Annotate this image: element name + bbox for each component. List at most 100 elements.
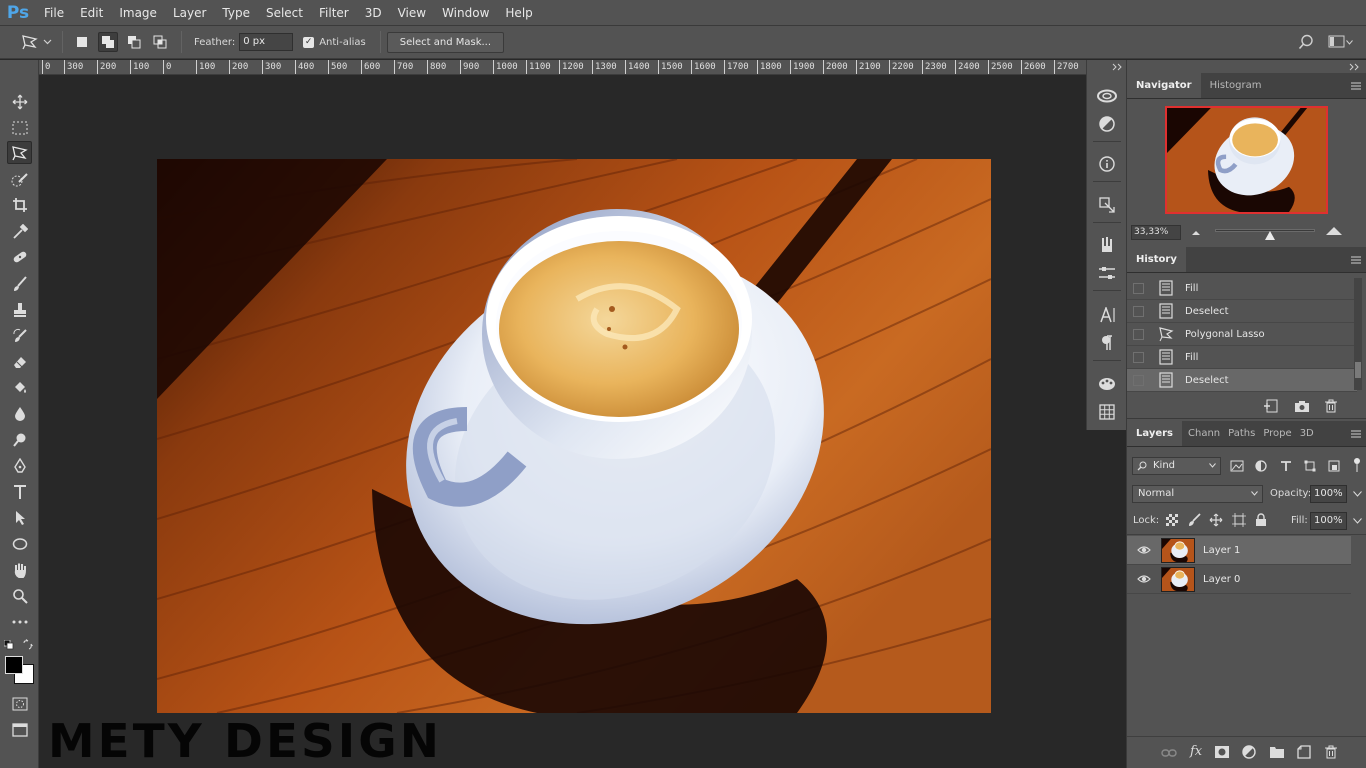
lock-all-icon[interactable] (1255, 513, 1267, 527)
menu-select[interactable]: Select (258, 0, 311, 26)
layer-name[interactable]: Layer 0 (1203, 574, 1240, 585)
history-source-checkbox[interactable] (1133, 282, 1144, 294)
new-adjustment-layer-icon[interactable] (1242, 745, 1256, 759)
history-brush-tool[interactable] (7, 324, 32, 347)
history-state[interactable]: Fill (1127, 277, 1357, 300)
blur-tool[interactable] (7, 402, 32, 425)
move-tool[interactable] (7, 90, 32, 113)
crop-tool[interactable] (7, 193, 32, 216)
tab-layers[interactable]: Layers (1127, 421, 1182, 446)
horizontal-ruler[interactable]: 0 300 200 100 0 100 200 300 400 500 600 700 800 900 10… (39, 60, 1086, 75)
zoom-level-field[interactable]: 33,33% (1131, 225, 1181, 240)
dodge-tool[interactable] (7, 428, 32, 451)
zoom-tool[interactable] (7, 584, 32, 607)
swap-colors-button[interactable] (22, 639, 34, 651)
zoom-out-icon[interactable] (1190, 228, 1202, 236)
paragraph-button[interactable] (1095, 332, 1119, 354)
new-document-from-state-icon[interactable] (1263, 399, 1279, 413)
new-selection-button[interactable] (72, 32, 92, 52)
layer-row[interactable]: Layer 1 (1127, 536, 1351, 565)
zoom-in-icon[interactable] (1325, 226, 1343, 236)
menu-image[interactable]: Image (111, 0, 165, 26)
chevron-down-icon[interactable] (1353, 491, 1362, 497)
workspace-switcher-button[interactable] (1328, 30, 1358, 54)
visibility-eye-icon[interactable] (1136, 574, 1152, 584)
menu-layer[interactable]: Layer (165, 0, 214, 26)
info-button[interactable] (1095, 153, 1119, 175)
menu-filter[interactable]: Filter (311, 0, 357, 26)
ellipse-tool[interactable] (7, 532, 32, 555)
history-state[interactable]: Polygonal Lasso (1127, 323, 1357, 346)
brush-tool[interactable] (7, 272, 32, 295)
zoom-slider-thumb[interactable] (1265, 231, 1275, 240)
screen-mode-button[interactable] (7, 718, 32, 741)
tool-preset-picker[interactable] (20, 33, 56, 51)
history-source-checkbox[interactable] (1133, 328, 1144, 340)
search-button[interactable] (1294, 30, 1318, 54)
history-source-checkbox[interactable] (1133, 351, 1144, 363)
tab-navigator[interactable]: Navigator (1127, 73, 1201, 98)
character-button[interactable] (1095, 304, 1119, 326)
tab-properties[interactable]: Prope (1259, 421, 1295, 446)
polygonal-lasso-tool[interactable] (7, 141, 32, 164)
panel-menu-icon[interactable] (1351, 255, 1361, 265)
adjustments-button[interactable] (1095, 113, 1119, 135)
layer-row[interactable]: Layer 0 (1127, 565, 1351, 594)
edit-toolbar-button[interactable] (7, 610, 32, 633)
opacity-input[interactable]: 100% (1310, 485, 1347, 503)
collapse-arrows-icon[interactable] (1348, 63, 1360, 71)
menu-3d[interactable]: 3D (357, 0, 390, 26)
menu-edit[interactable]: Edit (72, 0, 111, 26)
layer-filter-dropdown[interactable]: Kind (1132, 457, 1221, 475)
navigator-preview[interactable] (1165, 106, 1328, 214)
menu-file[interactable]: File (36, 0, 72, 26)
history-state[interactable]: Deselect (1127, 300, 1357, 323)
marquee-tool[interactable] (7, 116, 32, 139)
menu-window[interactable]: Window (434, 0, 497, 26)
fx-icon[interactable]: fx (1190, 744, 1202, 759)
clone-source-button[interactable] (1095, 194, 1119, 216)
new-layer-icon[interactable] (1297, 745, 1311, 759)
menu-view[interactable]: View (390, 0, 434, 26)
lock-transparent-pixels-icon[interactable] (1166, 514, 1178, 526)
hand-tool[interactable] (7, 558, 32, 581)
blend-mode-dropdown[interactable]: Normal (1132, 485, 1263, 503)
brushes-button[interactable] (1095, 234, 1119, 256)
subtract-from-selection-button[interactable] (124, 32, 144, 52)
healing-brush-tool[interactable] (7, 245, 32, 268)
link-layers-icon[interactable] (1161, 748, 1177, 758)
folder-icon[interactable] (1270, 746, 1284, 758)
filter-adjustment-icon[interactable] (1255, 460, 1267, 472)
add-mask-icon[interactable] (1215, 746, 1229, 758)
feather-input[interactable]: 0 px (239, 33, 294, 51)
quick-selection-tool[interactable] (7, 168, 32, 191)
tab-channels[interactable]: Chann (1182, 421, 1224, 446)
history-scrollbar[interactable] (1354, 278, 1362, 390)
path-selection-tool[interactable] (7, 506, 32, 529)
tab-3d[interactable]: 3D (1296, 421, 1318, 446)
foreground-color-swatch[interactable] (5, 656, 23, 674)
panel-menu-icon[interactable] (1351, 429, 1361, 439)
tab-history[interactable]: History (1127, 247, 1186, 272)
type-tool[interactable] (7, 480, 32, 503)
paint-bucket-tool[interactable] (7, 376, 32, 399)
history-state[interactable]: Deselect (1127, 369, 1357, 392)
visibility-eye-icon[interactable] (1136, 545, 1152, 555)
libraries-button[interactable] (1095, 85, 1119, 107)
layer-name[interactable]: Layer 1 (1203, 545, 1240, 556)
eraser-tool[interactable] (7, 350, 32, 373)
filter-smart-object-icon[interactable] (1328, 460, 1340, 472)
lock-position-icon[interactable] (1209, 513, 1223, 527)
trash-icon[interactable] (1324, 745, 1338, 759)
pen-tool[interactable] (7, 454, 32, 477)
collapse-arrows-icon[interactable] (1111, 63, 1123, 71)
menu-type[interactable]: Type (214, 0, 258, 26)
clone-stamp-tool[interactable] (7, 298, 32, 321)
panel-menu-icon[interactable] (1351, 81, 1361, 91)
fill-input[interactable]: 100% (1310, 512, 1347, 530)
swatches-button[interactable] (1095, 373, 1119, 395)
history-state[interactable]: Fill (1127, 346, 1357, 369)
lock-image-pixels-icon[interactable] (1187, 513, 1201, 527)
filter-type-icon[interactable] (1280, 460, 1292, 472)
tab-paths[interactable]: Paths (1224, 421, 1259, 446)
